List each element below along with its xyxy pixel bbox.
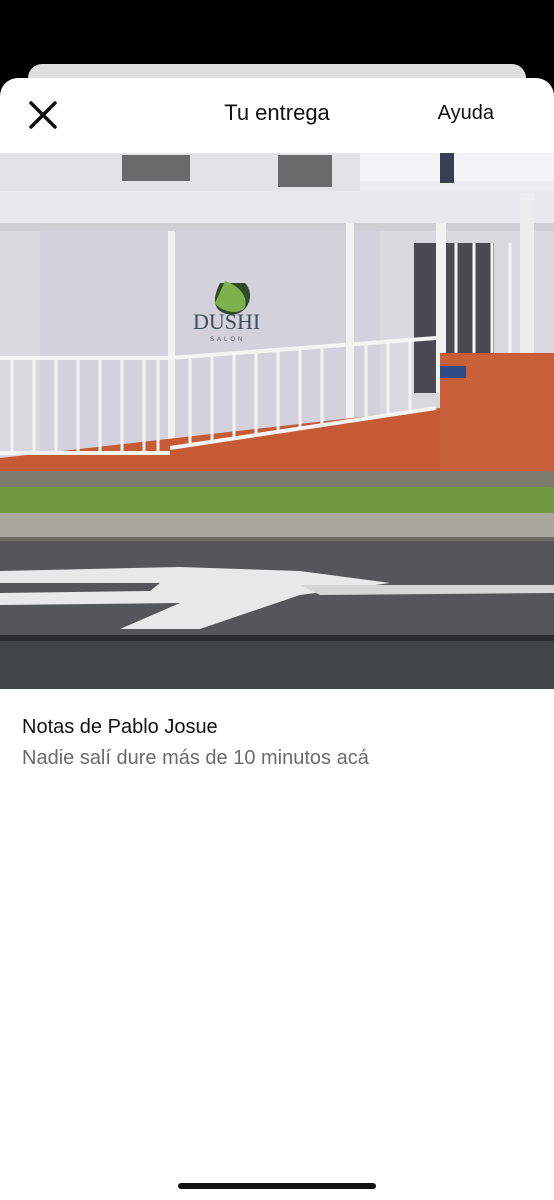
header: Tu entrega Ayuda [0,78,554,152]
delivery-photo-image: DUSHI SALON [0,153,554,689]
notes-title: Notas de Pablo Josue [22,716,218,738]
delivery-notes: Notas de Pablo Josue Nadie salí dure más… [22,716,532,770]
home-indicator[interactable] [178,1183,376,1189]
sign-text: DUSHI [193,309,260,334]
sign-subtext: SALON [210,337,245,343]
help-button[interactable]: Ayuda [438,102,494,125]
notes-body: Nadie salí dure más de 10 minutos acá [22,747,369,769]
delivery-photo: DUSHI SALON [0,153,554,689]
delivery-sheet: Tu entrega Ayuda DUSHI SALON Notas de Pa… [0,78,554,1200]
